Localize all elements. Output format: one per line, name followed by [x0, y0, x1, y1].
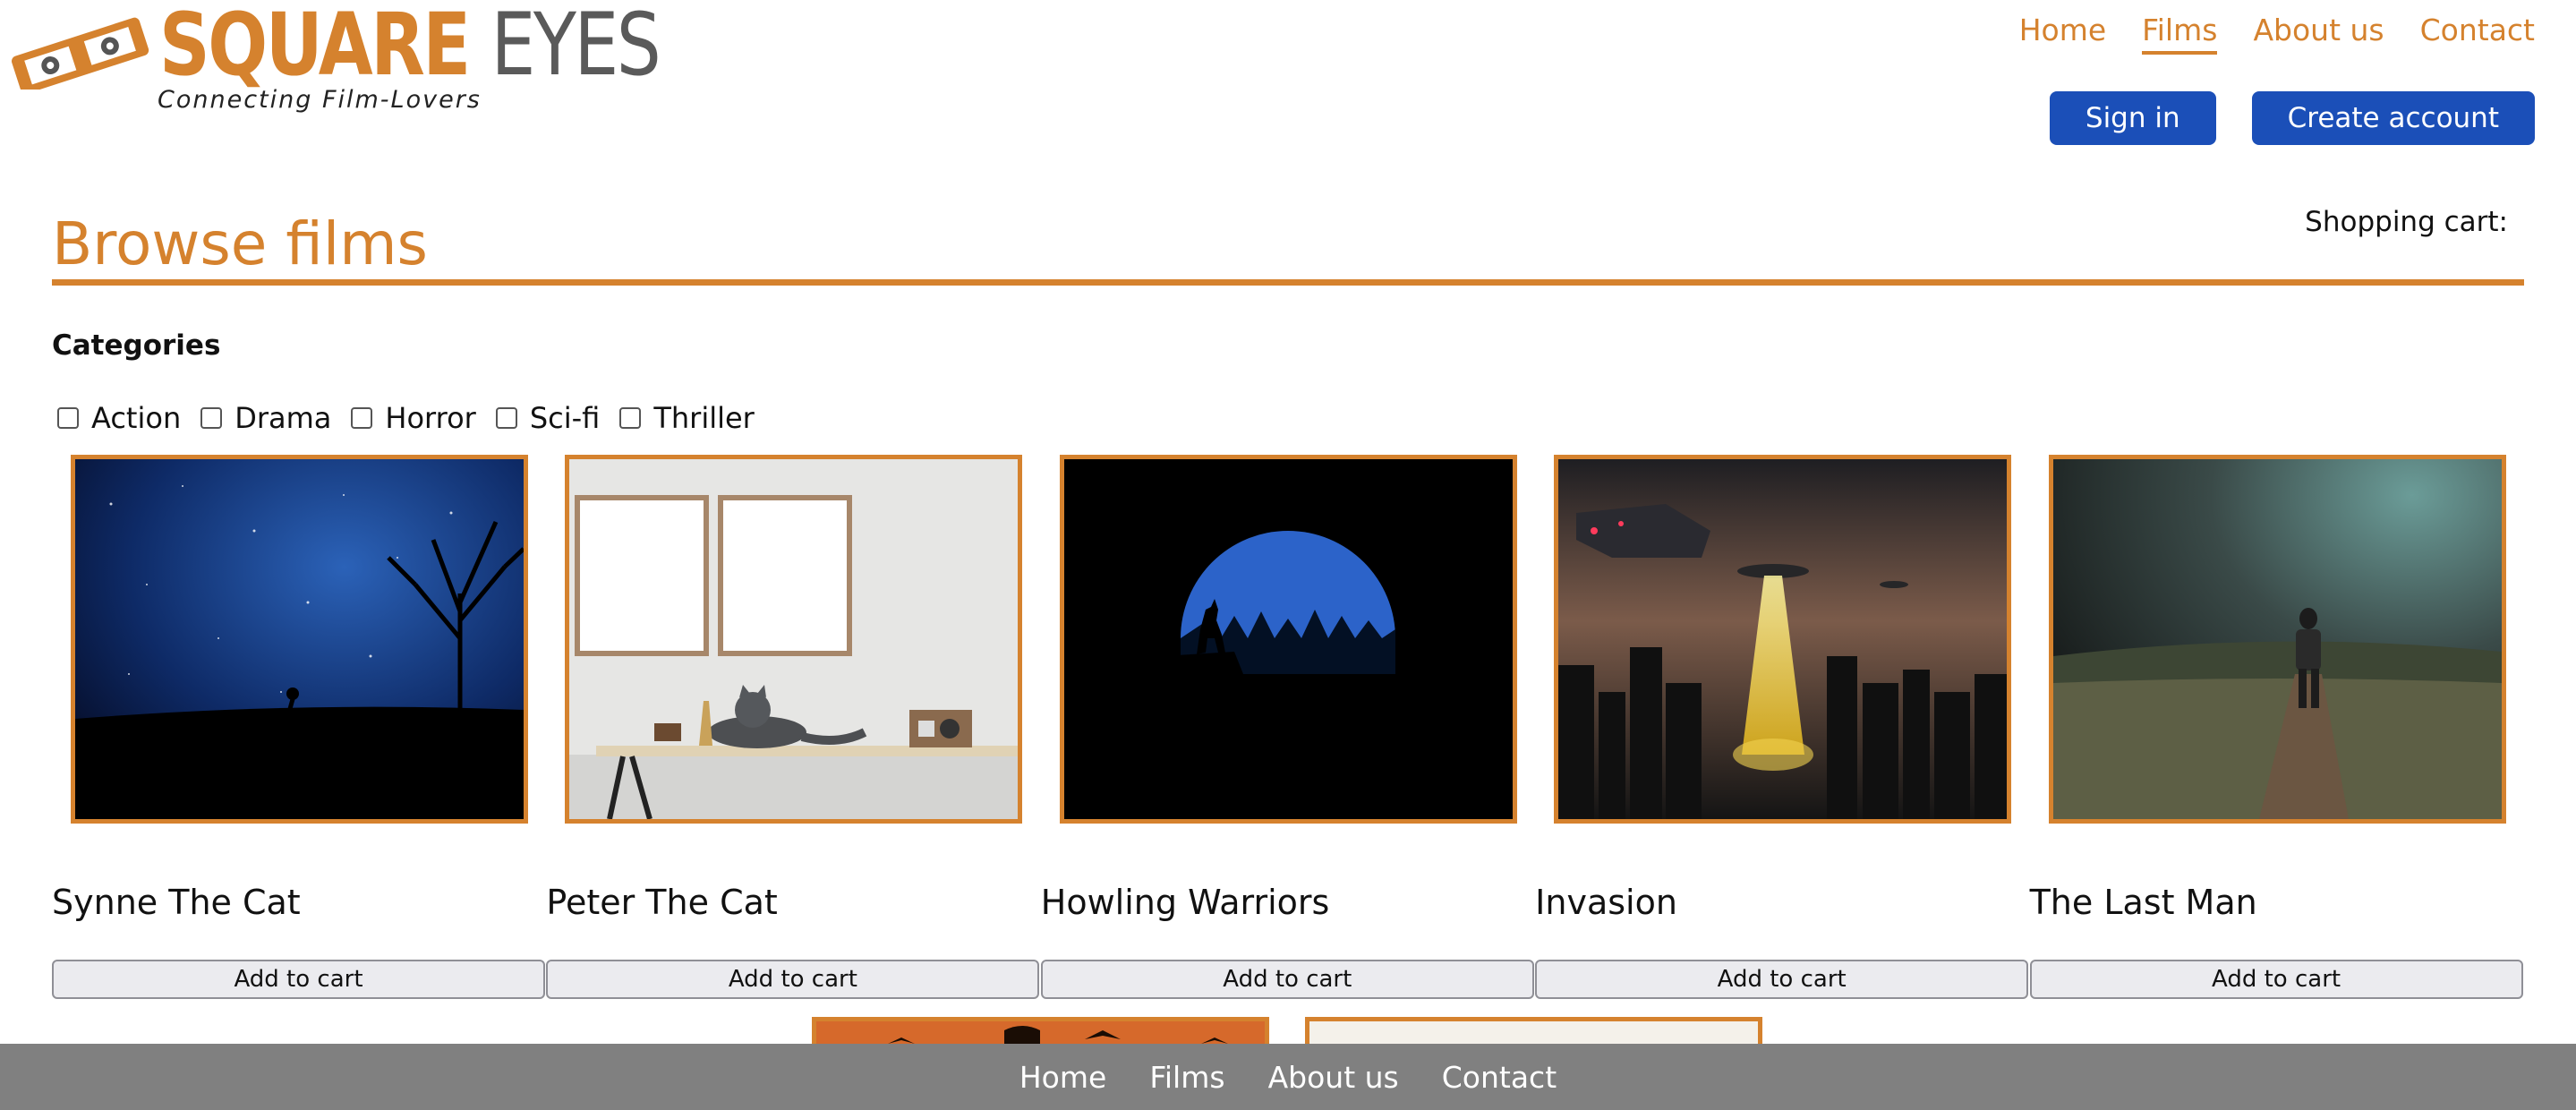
brand-name-part1: SQUARE	[159, 0, 471, 95]
filter-label: Drama	[235, 401, 332, 435]
add-to-cart-button[interactable]: Add to cart	[546, 960, 1040, 999]
film-title: Invasion	[1535, 883, 1677, 922]
film-poster[interactable]	[565, 455, 1023, 824]
footer-nav: Home Films About us Contact	[0, 1044, 2576, 1110]
film-card: Peter The Cat Add to cart	[546, 455, 1040, 1001]
grey-cat-on-shelf-image	[569, 459, 1019, 819]
film-card: The Last Man Add to cart	[2029, 455, 2524, 1001]
film-title: The Last Man	[2029, 883, 2257, 922]
footer-nav-contact[interactable]: Contact	[1442, 1060, 1557, 1095]
top-nav-films[interactable]: Films	[2142, 13, 2218, 55]
title-divider	[52, 279, 2524, 286]
footer-nav-films[interactable]: Films	[1149, 1060, 1224, 1095]
film-card: Howling Warriors Add to cart	[1040, 455, 1535, 1001]
filter-label: Action	[91, 401, 182, 435]
add-to-cart-button[interactable]: Add to cart	[52, 960, 545, 999]
footer-nav-about[interactable]: About us	[1268, 1060, 1399, 1095]
add-to-cart-button[interactable]: Add to cart	[1040, 960, 1534, 999]
checkbox[interactable]	[351, 407, 373, 429]
add-to-cart-button[interactable]: Add to cart	[1535, 960, 2029, 999]
top-nav-about[interactable]: About us	[2253, 13, 2384, 55]
auth-buttons: Sign in Create account	[2049, 91, 2535, 145]
film-title: Synne The Cat	[52, 883, 301, 922]
checkbox[interactable]	[619, 407, 642, 429]
glasses-icon	[12, 17, 149, 90]
filter-horror[interactable]: Horror	[351, 401, 476, 435]
shopping-cart-label[interactable]: Shopping cart:	[2305, 206, 2508, 238]
brand-name-part2: EYES	[490, 0, 661, 95]
filter-label: Sci-fi	[529, 401, 601, 435]
film-poster[interactable]	[71, 455, 528, 824]
brand-name: SQUARE EYES	[159, 0, 661, 95]
category-filters: Action Drama Horror Sci-fi Thriller	[57, 401, 755, 435]
create-account-button[interactable]: Create account	[2251, 91, 2535, 145]
checkbox[interactable]	[200, 407, 223, 429]
filter-action[interactable]: Action	[57, 401, 181, 435]
sign-in-button[interactable]: Sign in	[2049, 91, 2216, 145]
film-card: Synne The Cat Add to cart	[52, 455, 546, 1001]
brand-tagline: Connecting Film-Lovers	[158, 86, 482, 114]
filter-drama[interactable]: Drama	[200, 401, 331, 435]
film-card: Invasion Add to cart	[1535, 455, 2029, 1001]
filter-scifi[interactable]: Sci-fi	[495, 401, 601, 435]
film-title: Howling Warriors	[1040, 883, 1330, 922]
man-walking-field-image	[2052, 459, 2502, 819]
film-poster[interactable]	[2048, 455, 2506, 824]
site-logo[interactable]: SQUARE EYES Connecting Film-Lovers	[0, 0, 661, 125]
top-nav-contact[interactable]: Contact	[2420, 13, 2535, 55]
filter-thriller[interactable]: Thriller	[619, 401, 755, 435]
checkbox[interactable]	[495, 407, 517, 429]
film-grid: Synne The Cat Add to cart Peter The Cat …	[52, 455, 2524, 1001]
night-sky-cyclist-image	[75, 459, 524, 819]
film-title: Peter The Cat	[546, 883, 778, 922]
top-nav-home[interactable]: Home	[2019, 13, 2106, 55]
page-title: Browse films	[52, 209, 428, 278]
checkbox[interactable]	[57, 407, 79, 429]
footer-nav-home[interactable]: Home	[1019, 1060, 1106, 1095]
add-to-cart-button[interactable]: Add to cart	[2029, 960, 2523, 999]
filter-label: Horror	[385, 401, 476, 435]
film-poster[interactable]	[1554, 455, 2012, 824]
filter-label: Thriller	[653, 401, 755, 435]
top-nav: Home Films About us Contact	[2019, 13, 2535, 55]
alien-invasion-city-image	[1558, 459, 2008, 819]
categories-heading: Categories	[52, 329, 221, 362]
film-poster[interactable]	[1059, 455, 1517, 824]
wolf-moon-image	[1063, 459, 1513, 819]
